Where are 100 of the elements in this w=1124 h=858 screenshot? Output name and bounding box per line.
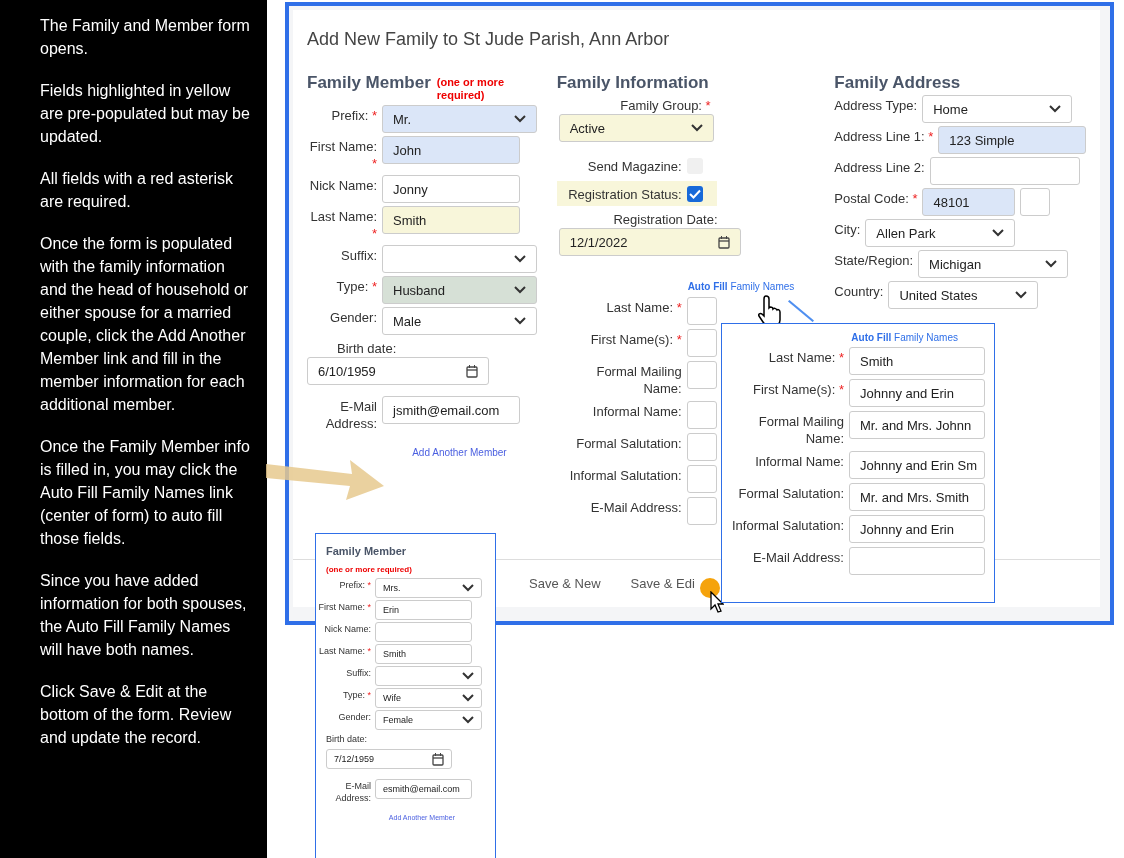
field-label: Birth date: — [336, 340, 398, 357]
instruction-text: The Family and Member form opens. — [40, 16, 251, 59]
text-field[interactable]: Mr. and Mrs. Johnn — [849, 411, 985, 439]
field-label: Informal Name: — [591, 403, 682, 420]
field-label: Nick Name: — [308, 177, 377, 194]
text-field[interactable]: Johnny and Erin — [849, 379, 985, 407]
instruction-text: Since you have added information for both spouses, the Auto Fill Family Names will have both names. — [40, 571, 248, 660]
section-heading: Family Member — [307, 74, 431, 92]
text-field[interactable]: Smith — [382, 206, 520, 234]
select-field[interactable] — [382, 245, 537, 273]
chevron-down-icon — [462, 672, 474, 680]
text-field[interactable] — [686, 433, 717, 461]
field-label: First Name: * — [308, 138, 377, 172]
calendar-icon — [717, 235, 730, 249]
instruction-text: Once the Family Member info is filled in, you may click the Auto Fill Family Names link (center of form) to auto fill those fields. — [40, 437, 251, 549]
date-field[interactable]: 6/10/1959 — [307, 357, 489, 385]
select-field[interactable]: Wife — [375, 688, 482, 708]
text-field[interactable] — [686, 361, 717, 389]
calendar-icon — [432, 752, 444, 766]
text-field[interactable]: jsmith@email.com — [382, 396, 520, 424]
field-label: Suffix: — [340, 247, 377, 264]
text-field[interactable] — [686, 329, 717, 357]
field-label: E-Mail Address: — [334, 780, 371, 804]
text-field[interactable]: 123 Simple — [938, 126, 1086, 154]
field-label: Registration Date: — [612, 211, 719, 228]
chevron-down-icon — [514, 255, 526, 263]
select-field[interactable]: Michigan — [918, 250, 1069, 278]
required-note: (one or more required) — [325, 565, 412, 574]
text-field[interactable]: 48101 — [922, 188, 1016, 216]
field-label: Suffix: — [345, 667, 371, 679]
field-label: City: — [834, 221, 861, 238]
field-label: Formal Salutation: — [575, 435, 682, 452]
date-field[interactable]: 12/1/2022 — [558, 228, 741, 256]
field-label: Family Group: * — [619, 97, 712, 114]
text-field[interactable] — [849, 547, 985, 575]
text-field[interactable]: Mr. and Mrs. Smith — [849, 483, 985, 511]
auto-fill-link[interactable]: Auto Fill Family Names — [687, 281, 795, 292]
text-field[interactable]: Smith — [375, 644, 472, 664]
chevron-down-icon — [1015, 291, 1028, 299]
field-label: Informal Salutation: — [568, 467, 682, 484]
text-field[interactable] — [1020, 188, 1051, 216]
checkbox[interactable] — [686, 186, 703, 202]
text-field[interactable] — [929, 157, 1080, 185]
field-label: Formal Salutation: — [737, 485, 844, 502]
field-label: Informal Salutation: — [731, 517, 844, 534]
chevron-down-icon — [690, 124, 703, 132]
select-field[interactable]: Male — [382, 307, 537, 335]
text-field[interactable] — [686, 465, 717, 493]
chevron-down-icon — [514, 317, 526, 325]
field-label: Birth date: — [325, 733, 369, 745]
select-field[interactable]: Active — [558, 114, 714, 142]
select-field[interactable] — [375, 666, 482, 686]
text-field[interactable]: Johnny and Erin — [849, 515, 985, 543]
select-field[interactable]: Allen Park — [865, 219, 1016, 247]
text-field[interactable]: John — [382, 136, 520, 164]
field-label: Informal Name: — [754, 453, 844, 470]
select-field[interactable]: United States — [888, 281, 1039, 309]
add-member-link[interactable]: Add Another Member — [412, 447, 507, 458]
field-label: Gender: — [337, 711, 371, 723]
field-label: First Name: * — [317, 601, 371, 613]
text-field[interactable]: Smith — [849, 347, 985, 375]
save-button[interactable]: Save & Edi — [630, 572, 695, 595]
field-label: Country: — [834, 283, 884, 300]
select-field[interactable]: Mrs. — [375, 578, 482, 598]
required-note: (one or more required) — [436, 76, 505, 102]
section-heading: Family Information — [556, 74, 709, 92]
section-heading: Family Address — [834, 74, 961, 92]
text-field[interactable] — [686, 497, 717, 525]
text-field[interactable] — [375, 622, 472, 642]
field-label: Formal Mailing Name: — [595, 363, 682, 397]
chevron-down-icon — [462, 584, 474, 592]
field-label: Formal Mailing Name: — [757, 413, 844, 447]
chevron-down-icon — [462, 716, 474, 724]
text-field[interactable] — [686, 297, 717, 325]
select-field[interactable]: Home — [922, 95, 1073, 123]
text-field[interactable]: Jonny — [382, 175, 520, 203]
auto-fill-link[interactable]: Auto Fill Family Names — [851, 332, 958, 343]
select-field[interactable]: Husband — [382, 276, 537, 304]
field-label: E-Mail Address: — [589, 499, 682, 516]
text-field[interactable]: esmith@email.com — [375, 779, 472, 799]
chevron-down-icon — [1045, 260, 1058, 268]
field-label: Address Line 2: — [834, 159, 925, 176]
section-heading: Family Member — [325, 544, 407, 559]
chevron-down-icon — [514, 286, 526, 294]
field-label: Registration Status: — [567, 186, 682, 203]
select-field[interactable]: Female — [375, 710, 482, 730]
save-button[interactable]: Save & New — [529, 572, 601, 595]
field-label: Prefix: * — [330, 107, 377, 124]
text-field[interactable]: Johnny and Erin Sm — [849, 451, 985, 479]
select-field[interactable]: Mr. — [382, 105, 537, 133]
field-label: Last Name: * — [317, 645, 371, 657]
field-label: Last Name: * — [767, 349, 844, 366]
field-label: First Name(s): * — [752, 381, 844, 398]
text-field[interactable]: Erin — [375, 600, 472, 620]
instruction-text: Click Save & Edit at the bottom of the form. Review and update the record. — [40, 682, 233, 748]
chevron-down-icon — [1049, 105, 1062, 113]
instruction-text: All fields with a red asterisk are required. — [40, 169, 234, 212]
field-label: E-Mail Address: — [751, 549, 844, 566]
date-field[interactable]: 7/12/1959 — [326, 749, 452, 769]
text-field[interactable] — [686, 401, 717, 429]
